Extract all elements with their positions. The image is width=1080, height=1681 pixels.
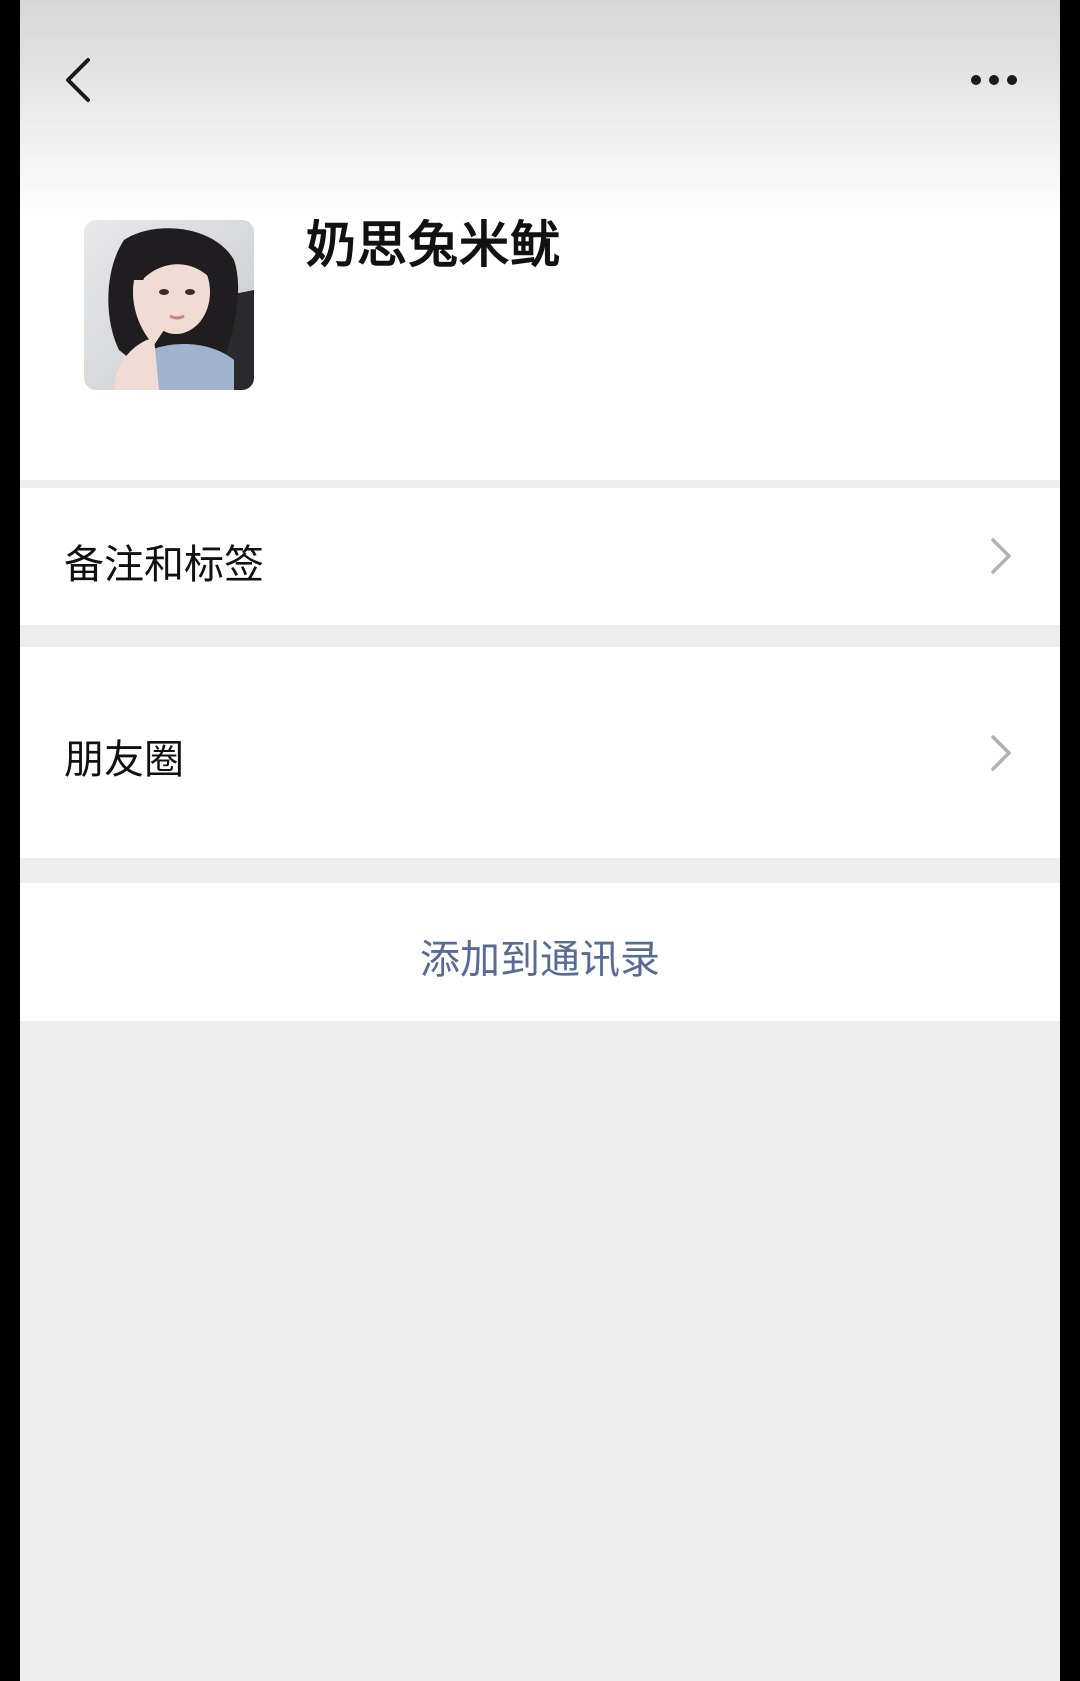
more-dots-icon [971,75,1017,85]
avatar-photo [84,220,254,390]
chevron-right-icon [991,538,1011,574]
profile-name: 奶思兔米鱿 [306,216,561,274]
contact-profile-screen: 奶思兔米鱿 备注和标签 朋友圈 添加到通讯录 [20,0,1060,1681]
add-to-contacts-button[interactable]: 添加到通讯录 [20,883,1060,1021]
add-to-contacts-label: 添加到通讯录 [420,937,660,983]
chevron-right-icon [991,735,1011,771]
back-button[interactable] [58,52,98,108]
moments-label: 朋友圈 [64,737,184,783]
chevron-left-icon [66,58,90,102]
avatar[interactable] [84,220,254,390]
profile-header: 奶思兔米鱿 [20,0,1060,480]
divider [64,485,1060,487]
moments-row[interactable]: 朋友圈 [20,647,1060,858]
notes-and-tags-row[interactable]: 备注和标签 [20,488,1060,625]
more-options-button[interactable] [964,60,1024,100]
notes-and-tags-label: 备注和标签 [64,542,264,588]
